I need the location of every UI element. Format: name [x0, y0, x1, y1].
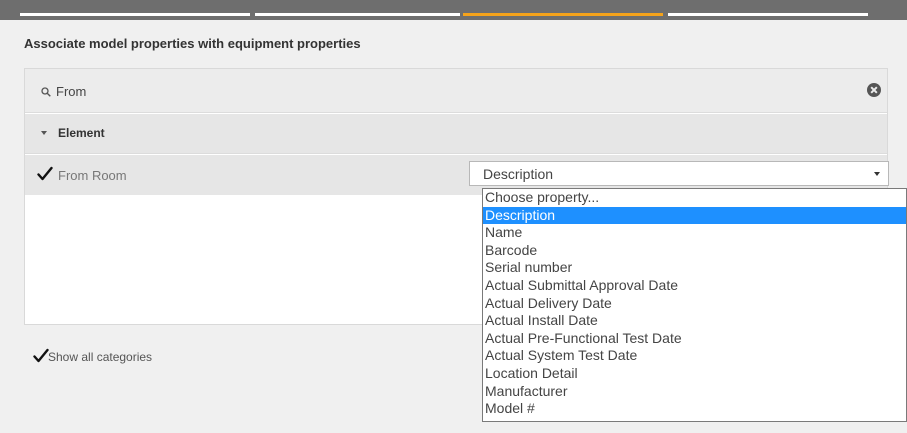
section-heading: Associate model properties with equipmen…: [24, 36, 361, 51]
wizard-step-2: [255, 13, 460, 16]
dropdown-option[interactable]: Name: [483, 224, 906, 242]
wizard-progress-bar: [0, 0, 907, 20]
dropdown-option[interactable]: Actual Pre-Functional Test Date: [483, 330, 906, 348]
clear-search-icon[interactable]: [867, 83, 881, 97]
show-all-checkbox-icon[interactable]: [33, 348, 49, 364]
dropdown-option[interactable]: Serial number: [483, 259, 906, 277]
chevron-down-icon[interactable]: [874, 172, 880, 176]
search-input[interactable]: From: [56, 84, 86, 99]
dropdown-option[interactable]: Actual Install Date: [483, 312, 906, 330]
show-all-categories-label[interactable]: Show all categories: [48, 350, 152, 364]
dropdown-option[interactable]: Manufacturer: [483, 383, 906, 401]
wizard-step-4: [668, 13, 868, 16]
dropdown-option[interactable]: Actual System Test Date: [483, 347, 906, 365]
search-bar[interactable]: From: [25, 69, 887, 113]
equipment-property-select[interactable]: Description: [469, 161, 889, 186]
dropdown-option[interactable]: Barcode: [483, 242, 906, 260]
model-property-label: From Room: [58, 168, 127, 183]
search-icon: [41, 87, 51, 97]
dropdown-option[interactable]: Model #: [483, 400, 906, 418]
category-group-header[interactable]: Element: [25, 114, 887, 154]
dropdown-option[interactable]: Location Detail: [483, 365, 906, 383]
checkmark-icon[interactable]: [37, 166, 53, 182]
dropdown-option[interactable]: Choose property...: [483, 189, 906, 207]
dropdown-option-selected[interactable]: Description: [483, 206, 906, 225]
category-group-label: Element: [58, 126, 105, 140]
wizard-step-3: [463, 13, 663, 16]
dropdown-option[interactable]: Actual Submittal Approval Date: [483, 277, 906, 295]
caret-down-icon[interactable]: [41, 131, 47, 135]
property-dropdown-list[interactable]: Choose property... Description Name Barc…: [482, 188, 907, 422]
wizard-step-1: [20, 13, 250, 16]
select-value: Description: [483, 166, 554, 182]
dropdown-option[interactable]: Actual Delivery Date: [483, 295, 906, 313]
